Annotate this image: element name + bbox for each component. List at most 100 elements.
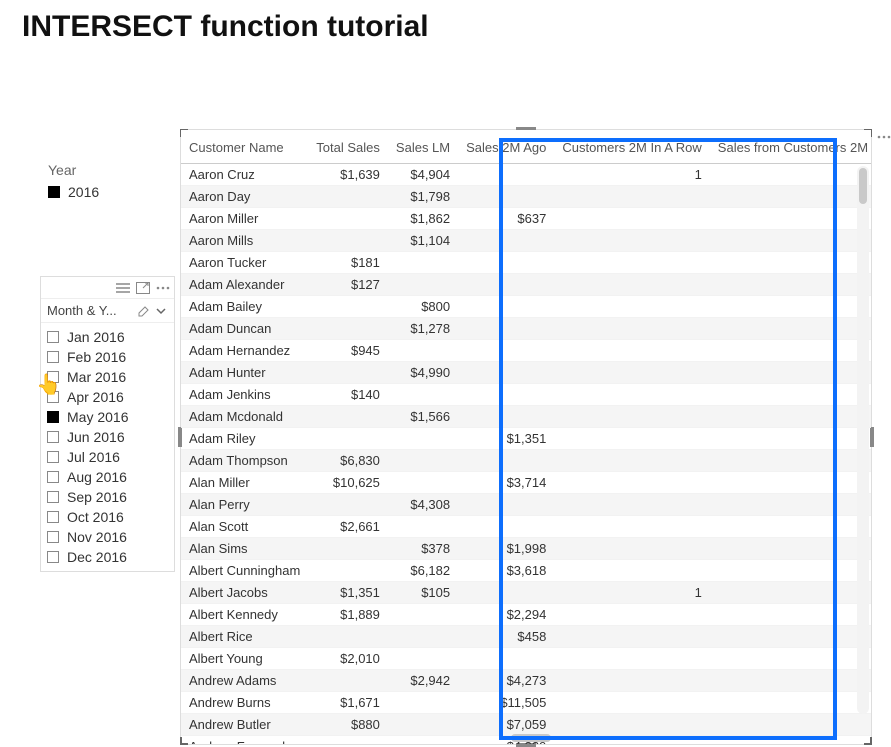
table-cell: $1,104 — [388, 230, 458, 252]
table-cell: Aaron Mills — [181, 230, 308, 252]
table-cell — [388, 516, 458, 538]
month-slicer-item[interactable]: May 2016 — [47, 407, 168, 427]
table-row[interactable]: Adam Duncan$1,278 — [181, 318, 871, 340]
table-row[interactable]: Aaron Miller$1,862$637 — [181, 208, 871, 230]
table-row[interactable]: Alan Sims$378$1,998 — [181, 538, 871, 560]
month-slicer-item[interactable]: Nov 2016 — [47, 527, 168, 547]
year-slicer[interactable]: Year 2016 — [48, 162, 178, 204]
month-slicer-item[interactable]: Oct 2016 — [47, 507, 168, 527]
table-row[interactable]: Andrew Burns$1,671$11,505 — [181, 692, 871, 714]
month-slicer-item[interactable]: Sep 2016 — [47, 487, 168, 507]
month-slicer-header[interactable]: Month & Y... — [41, 299, 174, 323]
table-cell — [308, 406, 388, 428]
table-row[interactable]: Albert Cunningham$6,182$3,618 — [181, 560, 871, 582]
table-cell — [710, 362, 871, 384]
drag-handle-icon[interactable] — [116, 281, 130, 295]
checkbox-icon — [47, 471, 59, 483]
table-cell — [554, 494, 709, 516]
month-slicer-item[interactable]: Aug 2016 — [47, 467, 168, 487]
month-slicer-item[interactable]: Feb 2016 — [47, 347, 168, 367]
table-row[interactable]: Albert Kennedy$1,889$2,294 — [181, 604, 871, 626]
table-cell — [710, 406, 871, 428]
more-options-icon[interactable] — [156, 281, 170, 295]
column-header[interactable]: Total Sales — [308, 130, 388, 164]
table-cell — [554, 450, 709, 472]
column-header[interactable]: Sales LM — [388, 130, 458, 164]
table-row[interactable]: Alan Perry$4,308 — [181, 494, 871, 516]
horizontal-scrollbar-thumb[interactable] — [511, 734, 551, 742]
table-cell: $11,505 — [458, 692, 554, 714]
more-options-icon[interactable] — [875, 129, 891, 145]
eraser-icon[interactable] — [136, 304, 150, 318]
table-row[interactable]: Adam Hunter$4,990 — [181, 362, 871, 384]
year-slicer-item[interactable]: 2016 — [48, 184, 178, 200]
table-row[interactable]: Aaron Cruz$1,639$4,9041$6,543 — [181, 164, 871, 186]
column-header[interactable]: Customers 2M In A Row — [554, 130, 709, 164]
table-cell: Aaron Day — [181, 186, 308, 208]
column-header[interactable]: Sales from Customers 2M In A Row — [710, 130, 871, 164]
table-cell: $2,661 — [308, 516, 388, 538]
column-header[interactable]: Sales 2M Ago — [458, 130, 554, 164]
table-row[interactable]: Adam Bailey$800 — [181, 296, 871, 318]
checkbox-icon — [47, 551, 59, 563]
table-cell — [554, 604, 709, 626]
table-cell — [308, 626, 388, 648]
table-cell — [710, 494, 871, 516]
table-row[interactable]: Adam Hernandez$945 — [181, 340, 871, 362]
month-slicer[interactable]: Month & Y... Jan 2016Feb 2016Mar 2016 Apr… — [40, 276, 175, 572]
table-row[interactable]: Adam Alexander$127 — [181, 274, 871, 296]
month-slicer-item-label: Jun 2016 — [67, 429, 125, 445]
month-list: Jan 2016Feb 2016Mar 2016 Apr 2016 May 2016… — [41, 323, 174, 571]
table-row[interactable]: Adam Mcdonald$1,566 — [181, 406, 871, 428]
table-row[interactable]: Albert Rice$458 — [181, 626, 871, 648]
table-cell — [388, 274, 458, 296]
chevron-down-icon[interactable] — [154, 304, 168, 318]
table-cell: $7,059 — [458, 714, 554, 736]
table-row[interactable]: Albert Young$2,010 — [181, 648, 871, 670]
table-cell — [554, 274, 709, 296]
table-cell: Albert Kennedy — [181, 604, 308, 626]
table-row[interactable]: Aaron Day$1,798 — [181, 186, 871, 208]
table-cell — [554, 296, 709, 318]
month-slicer-item[interactable]: Dec 2016 — [47, 547, 168, 567]
month-slicer-item[interactable]: Jan 2016 — [47, 327, 168, 347]
table-cell — [308, 318, 388, 340]
table-visual[interactable]: Customer Name Total Sales Sales LM Sales… — [180, 129, 872, 745]
checkbox-icon — [47, 491, 59, 503]
table-row[interactable]: Alan Scott$2,661 — [181, 516, 871, 538]
table-scroll-area[interactable]: Customer Name Total Sales Sales LM Sales… — [181, 130, 871, 744]
table-cell — [308, 428, 388, 450]
vertical-scrollbar[interactable] — [857, 166, 869, 714]
table-row[interactable]: Aaron Tucker$181 — [181, 252, 871, 274]
table-cell: Adam Bailey — [181, 296, 308, 318]
table-row[interactable]: Adam Jenkins$140 — [181, 384, 871, 406]
table-row[interactable]: Andrew Adams$2,942$4,273 — [181, 670, 871, 692]
table-row[interactable]: Alan Miller$10,625$3,714 — [181, 472, 871, 494]
month-slicer-item-label: Apr 2016 — [67, 389, 124, 405]
month-slicer-item-label: Nov 2016 — [67, 529, 127, 545]
table-cell: Albert Cunningham — [181, 560, 308, 582]
table-cell — [308, 560, 388, 582]
month-slicer-item[interactable]: Mar 2016 — [47, 367, 168, 387]
table-cell: $1,278 — [388, 318, 458, 340]
column-header[interactable]: Customer Name — [181, 130, 308, 164]
table-cell: Adam Hernandez — [181, 340, 308, 362]
table-cell — [308, 670, 388, 692]
table-cell — [554, 472, 709, 494]
month-slicer-item[interactable]: Jun 2016 — [47, 427, 168, 447]
table-cell — [710, 736, 871, 745]
table-row[interactable]: Aaron Mills $1,104 — [181, 230, 871, 252]
scrollbar-thumb[interactable] — [859, 168, 867, 204]
table-row[interactable]: Andrew Butler$880$7,059 — [181, 714, 871, 736]
checkbox-icon — [47, 411, 59, 423]
table-row[interactable]: Adam Riley$1,351 — [181, 428, 871, 450]
month-slicer-item-label: Oct 2016 — [67, 509, 124, 525]
table-row[interactable]: Albert Jacobs$1,351$1051$1,456 — [181, 582, 871, 604]
focus-mode-icon[interactable] — [136, 281, 150, 295]
month-slicer-item[interactable]: Apr 2016 — [47, 387, 168, 407]
month-slicer-item[interactable]: Jul 2016 — [47, 447, 168, 467]
table-row[interactable]: Adam Thompson$6,830 — [181, 450, 871, 472]
table-cell — [710, 670, 871, 692]
table-cell: $1,456 — [710, 582, 871, 604]
table-cell: $2,294 — [458, 604, 554, 626]
